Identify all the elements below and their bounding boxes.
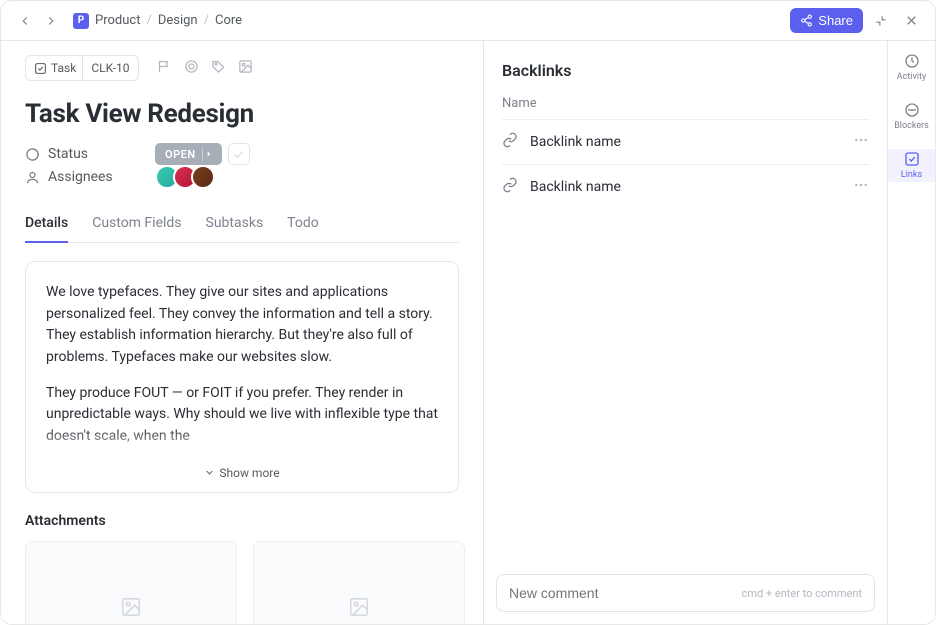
minimize-button[interactable] [869,9,893,33]
link-icon [502,132,518,152]
rail-links[interactable]: Links [888,149,935,182]
comment-box[interactable]: cmd + enter to comment [496,574,875,612]
image-icon[interactable] [238,59,253,78]
flag-icon[interactable] [157,59,172,78]
show-more-label: Show more [219,466,279,480]
description-card[interactable]: We love typefaces. They give our sites a… [25,261,459,493]
backlinks-name-header: Name [502,96,869,111]
complete-checkbox[interactable] [228,143,250,165]
breadcrumb-item[interactable]: Design [158,13,198,28]
right-rail: Activity Blockers Links [887,41,935,624]
rail-label: Blockers [894,121,929,131]
task-check-icon [34,62,47,75]
status-label: Status [48,146,88,162]
sprint-icon[interactable] [184,59,199,78]
assignee-avatars[interactable] [155,165,215,189]
main-column: Task CLK-10 Task View Redesign Status OP… [1,41,483,624]
back-button[interactable] [13,9,37,33]
rail-blockers[interactable]: Blockers [888,100,935,133]
workspace-logo: P [73,13,89,29]
forward-button[interactable] [39,9,63,33]
task-chip[interactable]: Task CLK-10 [25,55,139,81]
description-paragraph: We love typefaces. They give our sites a… [46,282,438,369]
backlinks-title: Backlinks [502,61,869,80]
backlink-name: Backlink name [530,179,841,195]
tab-details[interactable]: Details [25,207,68,243]
task-chip-label: Task [51,61,76,75]
image-icon [348,596,370,618]
tag-icon[interactable] [211,59,226,78]
show-more-button[interactable]: Show more [46,462,438,484]
comment-input[interactable] [509,585,742,601]
assignees-icon [25,170,40,185]
links-icon [904,151,920,167]
breadcrumb-sep: / [146,13,151,28]
attachments-heading: Attachments [25,513,459,529]
tab-custom-fields[interactable]: Custom Fields [92,207,181,242]
avatar[interactable] [191,165,215,189]
status-icon [25,147,40,162]
share-button[interactable]: Share [790,8,863,33]
tabs: Details Custom Fields Subtasks Todo [25,207,459,243]
nav-arrows [13,9,63,33]
rail-label: Activity [897,72,926,82]
comment-hint: cmd + enter to comment [742,587,862,600]
assignees-label: Assignees [48,169,113,185]
rail-label: Links [901,170,922,180]
link-icon [502,177,518,197]
status-value: OPEN [165,148,196,161]
more-icon[interactable] [853,177,869,197]
breadcrumb-sep: / [204,13,209,28]
breadcrumb-item[interactable]: Product [95,13,140,28]
breadcrumb[interactable]: P Product / Design / Core [73,13,242,29]
close-button[interactable] [899,9,923,33]
status-pill[interactable]: OPEN [155,143,222,165]
backlink-row[interactable]: Backlink name [502,164,869,209]
image-icon [120,596,142,618]
tab-todo[interactable]: Todo [287,207,319,242]
task-id: CLK-10 [82,56,137,80]
breadcrumb-item[interactable]: Core [215,13,242,28]
topbar: P Product / Design / Core Share [1,1,935,41]
backlink-name: Backlink name [530,134,841,150]
clock-icon [904,53,920,69]
attachment-placeholder[interactable] [25,541,237,624]
share-label: Share [818,13,853,28]
blocker-icon [904,102,920,118]
page-title[interactable]: Task View Redesign [25,99,459,129]
attachment-placeholder[interactable] [253,541,465,624]
tab-subtasks[interactable]: Subtasks [206,207,264,242]
status-caret-icon [202,147,216,161]
rail-activity[interactable]: Activity [888,51,935,84]
chevron-down-icon [204,467,215,478]
more-icon[interactable] [853,132,869,152]
side-panel: Backlinks Name Backlink name Backlink na… [483,41,887,624]
backlink-row[interactable]: Backlink name [502,119,869,164]
